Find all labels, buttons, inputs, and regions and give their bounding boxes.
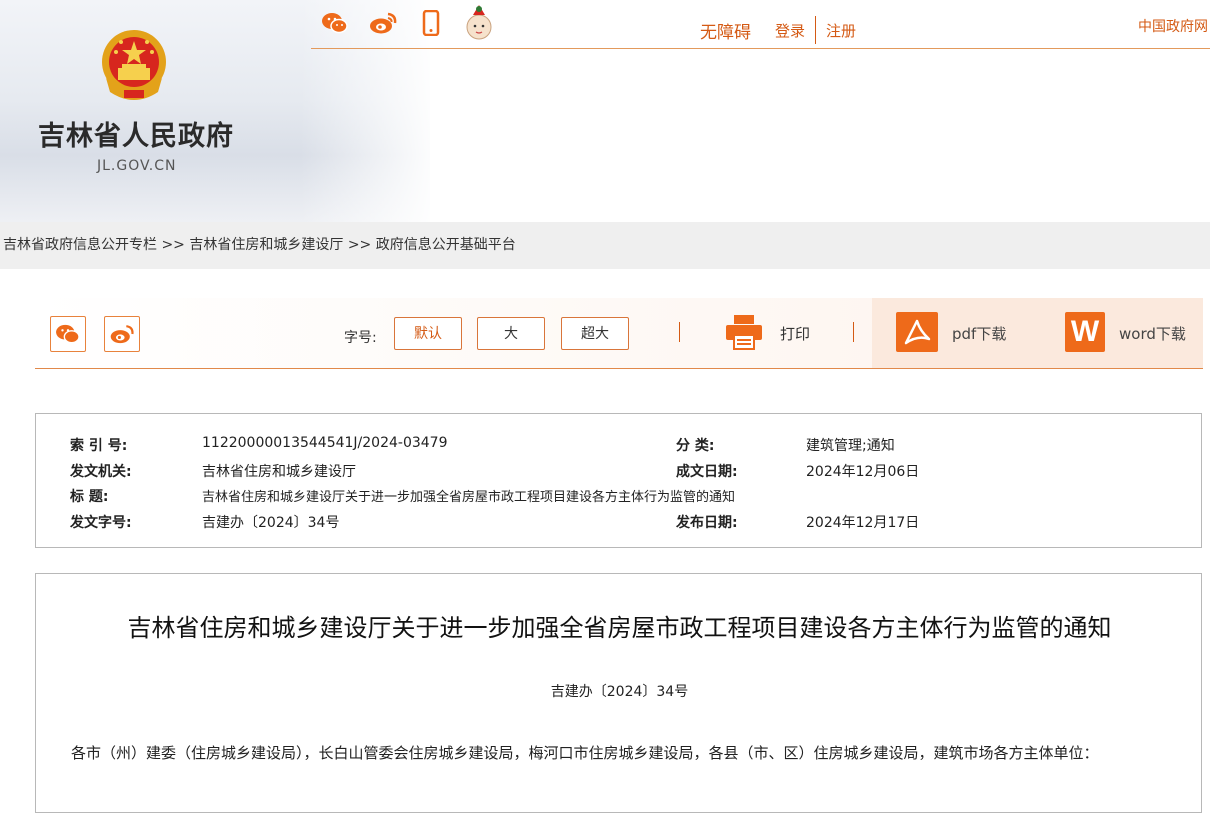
meta-index-label: 索 引 号: (70, 438, 128, 454)
breadcrumb-item[interactable]: 政府信息公开基础平台 (376, 237, 516, 253)
top-navigation: 无障碍 登录 注册 (700, 16, 856, 44)
meta-published-value: 2024年12月17日 (806, 515, 920, 531)
article-title: 吉林省住房和城乡建设厅关于进一步加强全省房屋市政工程项目建设各方主体行为监管的通… (127, 614, 1112, 642)
article-content: 吉林省住房和城乡建设厅关于进一步加强全省房屋市政工程项目建设各方主体行为监管的通… (35, 573, 1202, 813)
meta-created-label: 成文日期: (676, 464, 738, 480)
font-size-large-button[interactable]: 大 (477, 317, 545, 350)
national-emblem-icon (102, 30, 166, 100)
article-doc-number: 吉建办〔2024〕34号 (550, 684, 689, 700)
breadcrumb-item[interactable]: 吉林省住房和城乡建设厅 (189, 237, 343, 253)
share-wechat-icon[interactable] (50, 316, 86, 352)
font-size-label: 字号: (344, 330, 377, 346)
top-share-icons (320, 5, 494, 40)
article-toolbar: 字号: 默认 大 超大 打印 pdf下载 W word下载 (35, 298, 1203, 369)
wechat-icon[interactable] (320, 8, 350, 38)
login-link[interactable]: 登录 (775, 20, 805, 41)
word-icon[interactable]: W (1065, 312, 1105, 352)
pdf-download-button[interactable]: pdf下载 (952, 323, 1006, 344)
font-size-xlarge-button[interactable]: 超大 (561, 317, 629, 350)
meta-docno-value: 吉建办〔2024〕34号 (202, 515, 340, 531)
site-title[interactable]: 吉林省人民政府 (38, 114, 234, 153)
breadcrumb-separator: >> (161, 237, 185, 253)
meta-title-value: 吉林省住房和城乡建设厅关于进一步加强全省房屋市政工程项目建设各方主体行为监管的通… (202, 490, 736, 505)
article-body-paragraph: 各市（州）建委（住房城乡建设局），长白山管委会住房城乡建设局，梅河口市住房城乡建… (71, 744, 1099, 762)
font-size-default-button[interactable]: 默认 (394, 317, 462, 350)
pdf-icon[interactable] (896, 312, 938, 352)
document-metadata: 索 引 号: 11220000013544541J/2024-03479 分 类… (35, 413, 1202, 548)
printer-icon[interactable] (725, 314, 763, 350)
toolbar-divider (679, 322, 680, 342)
mascot-icon[interactable] (464, 5, 494, 40)
meta-docno-label: 发文字号: (70, 515, 132, 531)
word-download-button[interactable]: word下载 (1119, 323, 1186, 344)
breadcrumb-item[interactable]: 吉林省政府信息公开专栏 (3, 237, 157, 253)
meta-issuer-value: 吉林省住房和城乡建设厅 (202, 464, 356, 480)
meta-issuer-label: 发文机关: (70, 464, 132, 480)
meta-published-label: 发布日期: (676, 515, 738, 531)
print-button[interactable]: 打印 (780, 323, 810, 344)
meta-created-value: 2024年12月06日 (806, 464, 920, 480)
mobile-icon[interactable] (416, 8, 446, 38)
share-weibo-icon[interactable] (104, 316, 140, 352)
china-gov-portal-link[interactable]: 中国政府网 (1138, 16, 1208, 36)
breadcrumb-separator: >> (347, 237, 372, 253)
weibo-icon[interactable] (368, 8, 398, 38)
nav-divider (815, 16, 817, 44)
meta-index-value: 11220000013544541J/2024-03479 (202, 435, 448, 451)
toolbar-divider (853, 322, 854, 342)
header-divider (311, 48, 1210, 49)
meta-category-value: 建筑管理;通知 (806, 438, 895, 454)
site-header: 吉林省人民政府 JL.GOV.CN 无障碍 登录 注册 中国政府网 (0, 0, 1210, 222)
breadcrumb: 吉林省政府信息公开专栏 >> 吉林省住房和城乡建设厅 >> 政府信息公开基础平台 (0, 222, 1210, 269)
meta-title-label: 标 题: (70, 489, 109, 505)
site-domain: JL.GOV.CN (97, 158, 177, 174)
register-link[interactable]: 注册 (826, 20, 856, 41)
meta-category-label: 分 类: (676, 438, 715, 454)
accessibility-link[interactable]: 无障碍 (700, 18, 751, 43)
